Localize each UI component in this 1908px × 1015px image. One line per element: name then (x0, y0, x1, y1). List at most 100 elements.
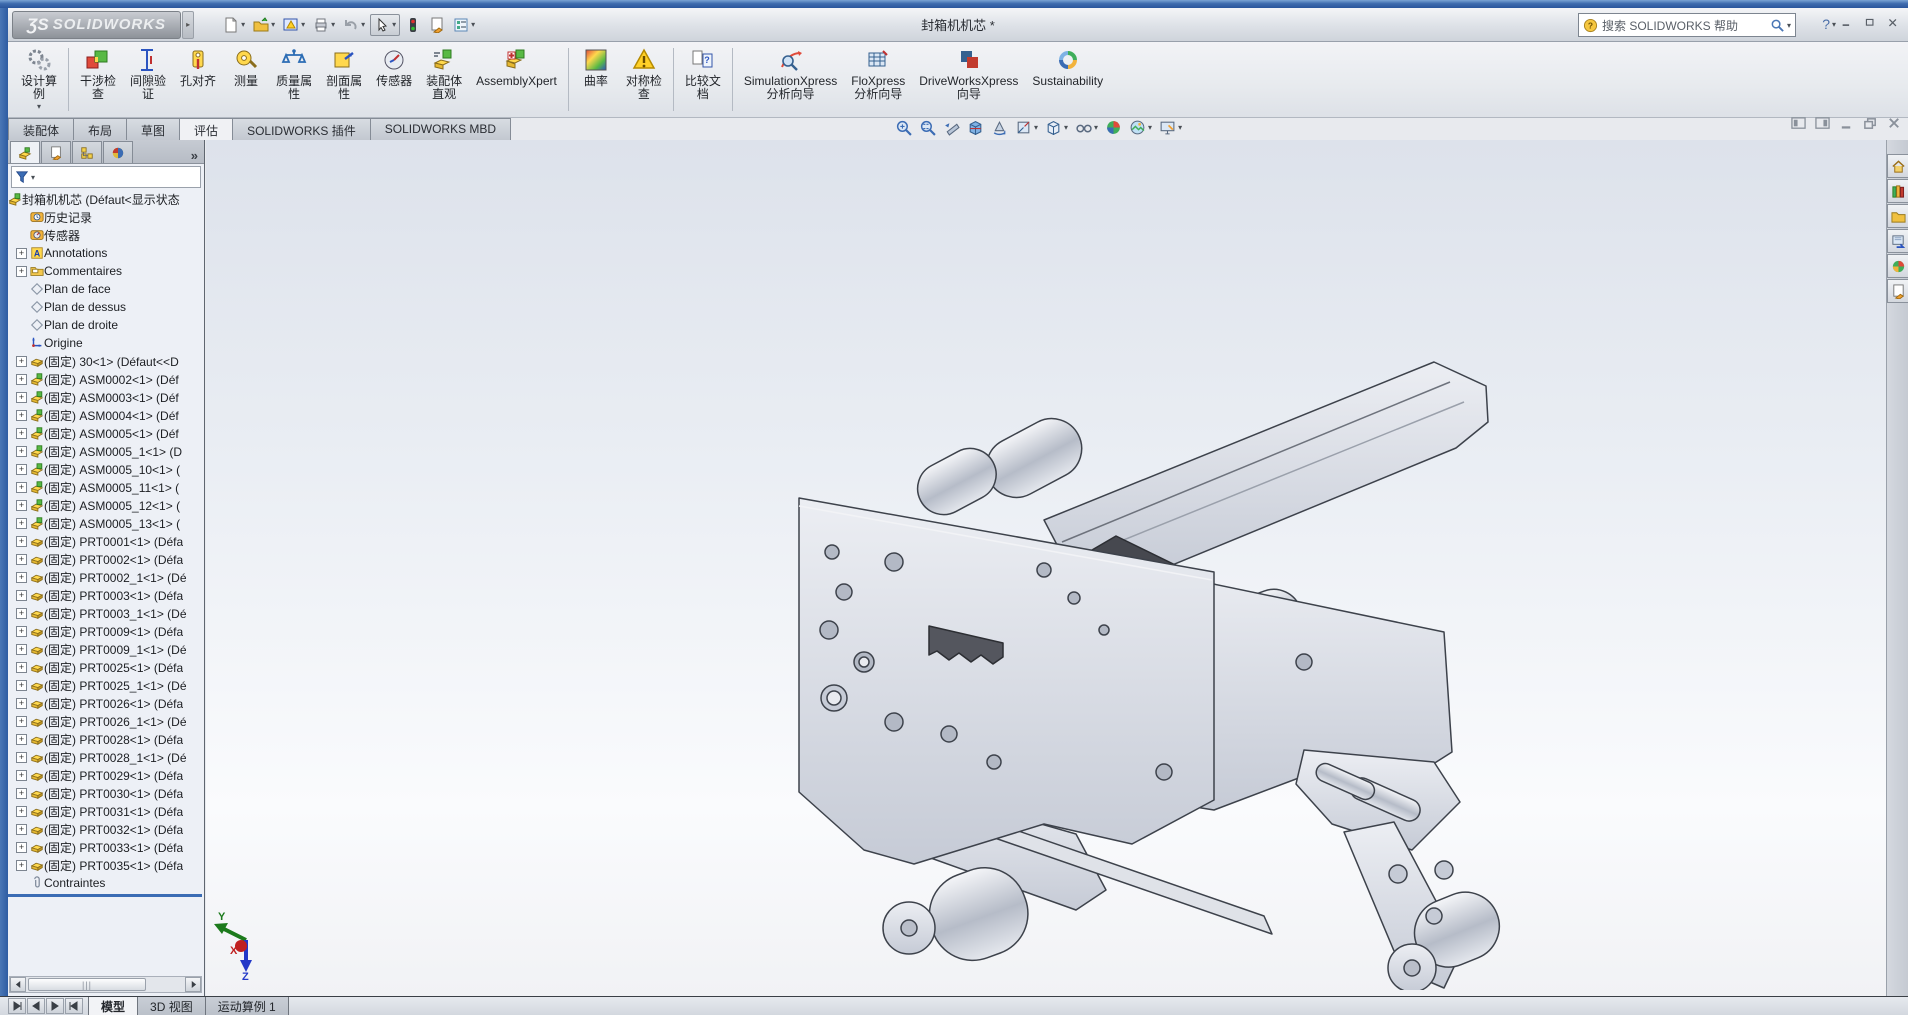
dropdown-caret-icon[interactable]: ▾ (301, 20, 305, 29)
expand-plus-icon[interactable]: + (16, 535, 27, 547)
expand-plus-icon[interactable]: + (16, 643, 27, 655)
panel-tabs-overflow-chevron[interactable]: » (191, 148, 198, 163)
close-button[interactable] (1887, 17, 1900, 33)
tree-item[interactable]: + (固定) ASM0002<1> (Déf (8, 370, 203, 388)
file-properties-button[interactable] (426, 15, 448, 35)
tree-item[interactable]: + (固定) PRT0003_1<1> (Dé (8, 604, 203, 622)
tree-item[interactable]: + (固定) ASM0005_13<1> ( (8, 514, 203, 532)
configurationmanager-tab[interactable] (72, 141, 102, 163)
zoom-to-area-button[interactable] (917, 118, 938, 137)
graphics-area[interactable]: Y X Z (206, 140, 1886, 996)
custom-properties-tab[interactable] (1887, 279, 1908, 303)
expand-plus-icon[interactable]: + (16, 571, 27, 583)
bottom-tab-模型[interactable]: 模型 (88, 997, 139, 1015)
compare-documents-button[interactable]: ? 比较文 档 (678, 42, 728, 117)
assembly-visualization-button[interactable]: 装配体 直观 (419, 42, 469, 117)
toggle-left-pane-button[interactable] (1791, 116, 1806, 134)
zoom-to-fit-button[interactable] (893, 118, 914, 137)
file-explorer-tab[interactable] (1887, 204, 1908, 228)
tree-item[interactable]: 传感器 (8, 226, 203, 244)
tree-item[interactable]: + (固定) PRT0033<1> (Défa (8, 838, 203, 856)
tree-item[interactable]: + (固定) PRT0025<1> (Défa (8, 658, 203, 676)
last-tab-button[interactable] (65, 998, 83, 1014)
design-study-button[interactable]: 设计算 例 ▾ (14, 42, 64, 117)
tree-item[interactable]: Origine (8, 334, 203, 352)
tree-item[interactable]: + (固定) PRT0003<1> (Défa (8, 586, 203, 604)
minimize-doc-button[interactable] (1839, 116, 1854, 134)
tree-item[interactable]: Plan de droite (8, 316, 203, 334)
tree-item[interactable]: + (固定) PRT0002_1<1> (Dé (8, 568, 203, 586)
tree-item[interactable]: + (固定) PRT0031<1> (Défa (8, 802, 203, 820)
tree-item[interactable]: + A Annotations (8, 244, 203, 262)
floxpress-button[interactable]: FloXpress 分析向导 (844, 42, 912, 117)
expand-plus-icon[interactable]: + (16, 733, 27, 745)
search-box[interactable]: ? 搜索 SOLIDWORKS 帮助 ▾ (1578, 13, 1796, 37)
tree-item[interactable]: + (固定) PRT0030<1> (Défa (8, 784, 203, 802)
tree-item[interactable]: + (固定) PRT0032<1> (Défa (8, 820, 203, 838)
curvature-button[interactable]: 曲率 (573, 42, 619, 117)
expand-plus-icon[interactable]: + (16, 787, 27, 799)
scroll-left-button[interactable] (10, 977, 26, 992)
symmetry-check-button[interactable]: 对称检 查 (619, 42, 669, 117)
propertymanager-tab[interactable] (41, 141, 71, 163)
expand-plus-icon[interactable]: + (16, 661, 27, 673)
expand-plus-icon[interactable]: + (16, 373, 27, 385)
dropdown-caret-icon[interactable]: ▾ (1034, 123, 1038, 132)
dropdown-caret-icon[interactable]: ▾ (241, 20, 245, 29)
driveworksxpress-button[interactable]: DriveWorksXpress 向导 (912, 42, 1025, 117)
maximize-button[interactable] (1864, 17, 1877, 33)
simulationxpress-button[interactable]: SimulationXpress 分析向导 (737, 42, 844, 117)
dropdown-caret-icon[interactable]: ▾ (1178, 123, 1182, 132)
previous-view-button[interactable] (941, 118, 962, 137)
tree-item[interactable]: + (固定) PRT0026_1<1> (Dé (8, 712, 203, 730)
dropdown-caret-icon[interactable]: ▾ (1064, 123, 1068, 132)
expand-plus-icon[interactable]: + (16, 679, 27, 691)
close-doc-button[interactable] (1887, 116, 1902, 134)
tree-item[interactable]: + Commentaires (8, 262, 203, 280)
hole-alignment-button[interactable]: 孔对齐 (173, 42, 223, 117)
help-caret-icon[interactable]: ▾ (1832, 20, 1836, 29)
rebuild-button[interactable] (402, 15, 424, 35)
tree-item[interactable]: 历史记录 (8, 208, 203, 226)
display-style-button[interactable]: ▾ (1043, 118, 1070, 137)
expand-plus-icon[interactable]: + (16, 751, 27, 763)
expand-plus-icon[interactable]: + (16, 607, 27, 619)
tree-item[interactable]: + (固定) PRT0009<1> (Défa (8, 622, 203, 640)
expand-plus-icon[interactable]: + (16, 589, 27, 601)
expand-plus-icon[interactable]: + (16, 805, 27, 817)
tree-root-item[interactable]: 封箱机机芯 (Défaut<显示状态 (8, 190, 203, 208)
search-caret-icon[interactable]: ▾ (1787, 21, 1791, 30)
edit-appearance-button[interactable] (1103, 118, 1124, 137)
expand-plus-icon[interactable]: + (16, 265, 27, 277)
expand-plus-icon[interactable]: + (16, 859, 27, 871)
tree-item[interactable]: + (固定) PRT0002<1> (Défa (8, 550, 203, 568)
logo-expander-arrow[interactable]: ▸ (182, 10, 195, 39)
next-tab-button[interactable] (46, 998, 64, 1014)
minimize-button[interactable] (1841, 17, 1854, 33)
home-tab[interactable] (1887, 154, 1908, 178)
expand-plus-icon[interactable]: + (16, 553, 27, 565)
expand-plus-icon[interactable]: + (16, 391, 27, 403)
clearance-verify-button[interactable]: 间隙验 证 (123, 42, 173, 117)
view-orientation-button[interactable]: ▾ (1013, 118, 1040, 137)
scroll-right-button[interactable] (185, 977, 201, 992)
tree-item[interactable]: + (固定) ASM0005_12<1> ( (8, 496, 203, 514)
bottom-tab-运动算例-1[interactable]: 运动算例 1 (204, 997, 289, 1015)
interference-check-button[interactable]: 干涉检 查 (73, 42, 123, 117)
tab-草图[interactable]: 草图 (126, 118, 181, 140)
undo-button[interactable]: ▾ (340, 15, 368, 35)
tree-item[interactable]: + (固定) PRT0035<1> (Défa (8, 856, 203, 874)
apply-scene-button[interactable]: ▾ (1127, 118, 1154, 137)
tree-item[interactable]: + (固定) PRT0001<1> (Défa (8, 532, 203, 550)
dropdown-caret-icon[interactable]: ▾ (1148, 123, 1152, 132)
tree-item[interactable]: + (固定) ASM0005_1<1> (D (8, 442, 203, 460)
expand-plus-icon[interactable]: + (16, 355, 27, 367)
expand-plus-icon[interactable]: + (16, 409, 27, 421)
options-button[interactable]: ▾ (450, 15, 478, 35)
featuremanager-tab[interactable] (10, 141, 40, 163)
tree-item[interactable]: Plan de dessus (8, 298, 203, 316)
mass-properties-button[interactable]: 质量属 性 (269, 42, 319, 117)
assemblyxpert-button[interactable]: AssemblyXpert (469, 42, 564, 117)
design-library-tab[interactable] (1887, 179, 1908, 203)
tab-solidworks-插件[interactable]: SOLIDWORKS 插件 (232, 118, 371, 140)
